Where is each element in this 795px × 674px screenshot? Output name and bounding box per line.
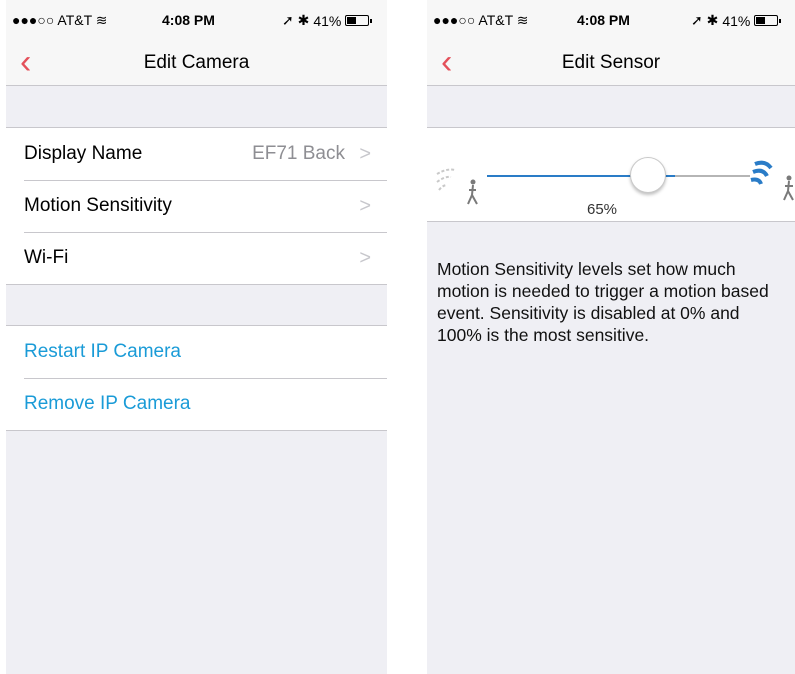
chevron-right-icon: > [359, 247, 371, 269]
edit-camera-screen: ●●●○○ AT&T ≋ 4:08 PM ➚ ✱ 41% ‹ Edit Came… [6, 0, 387, 674]
slider-track-empty [675, 175, 750, 177]
sensitivity-slider-thumb[interactable] [630, 157, 666, 193]
status-right: ➚ ✱ 41% [691, 12, 782, 29]
remove-camera-button[interactable]: Remove IP Camera [6, 378, 387, 430]
sensitivity-description: Motion Sensitivity levels set how much m… [437, 259, 769, 345]
settings-row-display-name[interactable]: Display Name EF71 Back > [6, 128, 387, 180]
restart-camera-button[interactable]: Restart IP Camera [6, 326, 387, 378]
row-label: Wi-Fi [24, 247, 69, 268]
row-label: Motion Sensitivity [24, 195, 172, 216]
battery-percent: 41% [722, 12, 751, 29]
settings-row-wifi[interactable]: Wi-Fi > [6, 232, 387, 284]
battery-icon [754, 15, 782, 26]
edit-sensor-screen: ●●●○○ AT&T ≋ 4:08 PM ➚ ✱ 41% ‹ Edit Sens… [427, 0, 795, 674]
status-bar: ●●●○○ AT&T ≋ 4:08 PM ➚ ✱ 41% [6, 0, 387, 40]
actions-group: Restart IP Camera Remove IP Camera [6, 325, 387, 431]
location-bluetooth-icons: ➚ ✱ [282, 12, 310, 28]
row-value: EF71 Back [252, 143, 345, 164]
battery-percent: 41% [313, 12, 342, 29]
strong-motion-walker-icon [750, 160, 794, 201]
navigation-bar: ‹ Edit Camera [6, 40, 387, 86]
slider-value-label: 65% [587, 201, 618, 218]
status-time: 4:08 PM [162, 12, 215, 28]
settings-row-motion-sensitivity[interactable]: Motion Sensitivity > [6, 180, 387, 232]
row-label: Display Name [24, 143, 143, 164]
sensitivity-slider-panel: 65% [427, 127, 795, 222]
carrier-signal: ●●●○○ AT&T ≋ [433, 12, 529, 29]
status-right: ➚ ✱ 41% [282, 12, 373, 29]
carrier-signal: ●●●○○ AT&T ≋ [12, 12, 108, 29]
navigation-bar: ‹ Edit Sensor [427, 40, 795, 86]
settings-group: Display Name EF71 Back > Motion Sensitiv… [6, 127, 387, 285]
status-bar: ●●●○○ AT&T ≋ 4:08 PM ➚ ✱ 41% [427, 0, 795, 40]
status-time: 4:08 PM [577, 12, 630, 28]
chevron-right-icon: > [359, 143, 371, 165]
wifi-icon: ≋ [95, 12, 108, 28]
carrier-text: ●●●○○ AT&T [12, 12, 92, 28]
page-title: Edit Sensor [561, 52, 661, 73]
battery-icon [345, 15, 373, 26]
page-title: Edit Camera [143, 52, 250, 73]
faint-motion-walker-icon [436, 168, 478, 205]
wifi-icon: ≋ [516, 12, 529, 28]
chevron-right-icon: > [359, 195, 371, 217]
carrier-text: ●●●○○ AT&T [433, 12, 513, 28]
location-bluetooth-icons: ➚ ✱ [691, 12, 719, 28]
